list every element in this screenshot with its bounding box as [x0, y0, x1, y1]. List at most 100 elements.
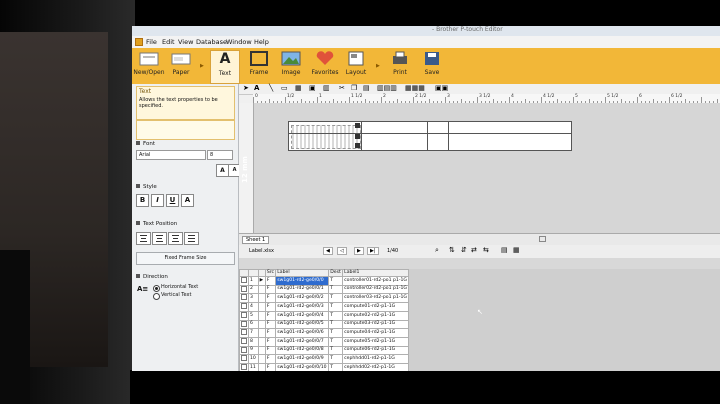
col-label1[interactable]: Label1: [342, 269, 409, 277]
cell-label[interactable]: sw1g01-rd2-ge0/0/1: [275, 284, 330, 295]
cell-label1[interactable]: controller01-rd2-po1 p1-1G: [342, 276, 409, 286]
align-center-button[interactable]: [152, 232, 167, 245]
align-justify-button[interactable]: [184, 232, 199, 245]
row-checkbox-icon[interactable]: [241, 285, 247, 292]
table-row[interactable]: 5 Fsw1g01-rd2-ge0/0/4 Tcompute02-rd2-p1-1G: [239, 310, 409, 321]
table-row[interactable]: 11 Fsw1g01-rd2-ge0/0/10 Tcephhdd02-rd2-p1-…: [239, 363, 409, 371]
font-name-select[interactable]: Arial: [136, 150, 206, 160]
label-layout[interactable]: [288, 121, 572, 151]
merge-icon[interactable]: ⇄: [471, 246, 477, 254]
cell-label[interactable]: sw1g01-rd2-ge0/0/3: [275, 302, 330, 312]
paper-button[interactable]: Paper: [166, 50, 196, 82]
table-row[interactable]: 8 Fsw1g01-rd2-ge0/0/7 Tcompute05-rd2-p1-1G: [239, 336, 409, 347]
sheet-tab[interactable]: Sheet 1: [242, 236, 270, 244]
row-pointer[interactable]: [257, 354, 266, 365]
row-pointer[interactable]: [257, 328, 266, 338]
cell-label[interactable]: sw1g01-rd2-ge0/0/6: [275, 328, 330, 338]
row-pointer[interactable]: [257, 293, 266, 304]
align-left-button[interactable]: [136, 232, 151, 245]
row-checkbox-icon[interactable]: [241, 355, 247, 362]
menu-view[interactable]: View: [178, 38, 193, 46]
row-checkbox[interactable]: [239, 293, 249, 304]
favorites-button[interactable]: Favorites: [310, 50, 340, 82]
cell-label[interactable]: sw1g01-rd2-ge0/0/4: [275, 310, 330, 321]
cell-label1[interactable]: cephhdd02-rd2-p1-1G: [342, 363, 409, 371]
label-first-cell[interactable]: [289, 122, 362, 150]
row-checkbox-icon[interactable]: [241, 337, 247, 344]
grid-view-icon[interactable]: ▦: [513, 246, 520, 254]
row-checkbox-icon[interactable]: [241, 364, 247, 371]
cell-label[interactable]: sw1g01-rd2-ge0/0/7: [275, 336, 330, 347]
table-row[interactable]: 2 Fsw1g01-rd2-ge0/0/1 Tcontroller02-rd2-po…: [239, 284, 409, 295]
row-pointer[interactable]: ▶: [257, 276, 266, 286]
row-checkbox-icon[interactable]: [241, 311, 247, 318]
ribbon-expand-icon[interactable]: ▶: [200, 63, 204, 69]
vertical-text-radio[interactable]: [153, 293, 160, 300]
label-canvas[interactable]: [254, 103, 720, 233]
cut-icon[interactable]: ✂: [339, 84, 345, 92]
cell-src[interactable]: F: [264, 293, 277, 304]
resize-handle[interactable]: [355, 134, 360, 139]
cell-dest[interactable]: T: [328, 363, 344, 371]
cell-src[interactable]: F: [264, 302, 277, 312]
cell-dest[interactable]: T: [328, 328, 344, 338]
row-checkbox[interactable]: [239, 363, 249, 371]
text-effect-button[interactable]: A: [181, 194, 194, 207]
cell-label[interactable]: sw1g01-rd2-ge0/0/5: [275, 319, 330, 330]
cell-src[interactable]: F: [264, 354, 277, 365]
row-checkbox-icon[interactable]: [241, 294, 247, 301]
table-row[interactable]: 7 Fsw1g01-rd2-ge0/0/6 Tcompute04-rd2-p1-1G: [239, 328, 409, 338]
cell-label1[interactable]: compute02-rd2-p1-1G: [342, 310, 409, 321]
row-checkbox-icon[interactable]: [241, 346, 247, 353]
row-number[interactable]: 4: [248, 302, 259, 312]
table-row[interactable]: 3 Fsw1g01-rd2-ge0/0/2 Tcontroller03-rd2-po…: [239, 293, 409, 304]
search-icon[interactable]: ⌕: [435, 246, 439, 255]
cell-label[interactable]: sw1g01-rd2-ge0/0/2: [275, 293, 330, 304]
row-checkbox[interactable]: [239, 354, 249, 365]
cell-dest[interactable]: T: [328, 310, 344, 321]
menu-edit[interactable]: Edit: [162, 38, 175, 46]
sort-icon[interactable]: ⇅: [449, 246, 455, 254]
image-button[interactable]: Image: [278, 50, 304, 82]
table-tool-icon[interactable]: ▦: [295, 84, 302, 92]
layout-button[interactable]: Layout: [344, 50, 368, 82]
table-row[interactable]: 10 Fsw1g01-rd2-ge0/0/9 Tcephhdd01-rd2-p1-1…: [239, 354, 409, 365]
underline-button[interactable]: U: [166, 194, 179, 207]
prev-record-button[interactable]: ◁: [337, 247, 347, 255]
row-number[interactable]: 2: [248, 284, 259, 295]
print-button[interactable]: Print: [388, 50, 412, 82]
col-label[interactable]: Label: [275, 269, 330, 277]
cell-dest[interactable]: T: [328, 293, 344, 304]
text-button[interactable]: A Text: [210, 50, 240, 84]
row-pointer[interactable]: [257, 284, 266, 295]
row-pointer[interactable]: [257, 336, 266, 347]
cell-dest[interactable]: T: [328, 354, 344, 365]
cell-dest[interactable]: T: [328, 319, 344, 330]
row-checkbox-icon[interactable]: [241, 277, 247, 283]
pointer-tool-icon[interactable]: ➤: [243, 84, 249, 92]
row-checkbox[interactable]: [239, 319, 249, 330]
cell-src[interactable]: F: [264, 363, 277, 371]
resize-handle[interactable]: [355, 123, 360, 128]
next-record-button[interactable]: ▶: [354, 247, 364, 255]
row-checkbox[interactable]: [239, 336, 249, 347]
row-pointer[interactable]: [257, 310, 266, 321]
sheet-resize-icon[interactable]: [539, 236, 546, 242]
cell-src[interactable]: F: [264, 328, 277, 338]
menu-file[interactable]: File: [146, 38, 157, 46]
cell-label[interactable]: sw1g01-rd2-ge0/0/9: [275, 354, 330, 365]
cell-label[interactable]: sw1g01-rd2-ge0/0/0: [275, 276, 330, 286]
barcode-tool-icon[interactable]: ▥: [323, 84, 330, 92]
cell-src[interactable]: F: [264, 319, 277, 330]
row-checkbox-icon[interactable]: [241, 303, 247, 310]
distribute-tools-icon[interactable]: ▦▦▦: [405, 84, 425, 92]
row-number[interactable]: 11: [248, 363, 259, 371]
menu-database[interactable]: Database: [196, 38, 227, 46]
menu-help[interactable]: Help: [254, 38, 269, 46]
bold-button[interactable]: B: [136, 194, 149, 207]
ribbon-expand-icon-2[interactable]: ▶: [376, 63, 380, 69]
order-tools-icon[interactable]: ▣▣: [435, 84, 448, 92]
table-row[interactable]: 4 Fsw1g01-rd2-ge0/0/3 Tcompute01-rd2-p1-1G: [239, 302, 409, 312]
row-checkbox-icon[interactable]: [241, 329, 247, 336]
table-row[interactable]: 6 Fsw1g01-rd2-ge0/0/5 Tcompute03-rd2-p1-1G: [239, 319, 409, 330]
